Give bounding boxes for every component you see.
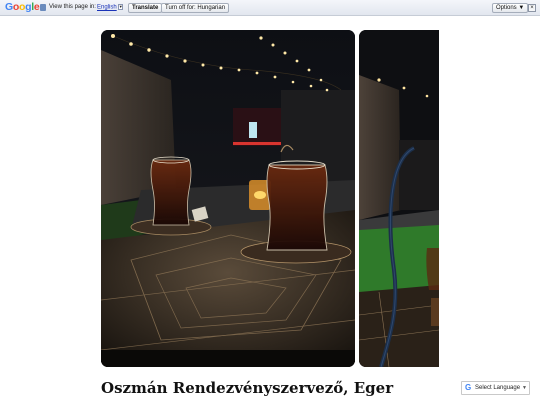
select-language-widget[interactable]: G Select Language ▼ [461,381,530,395]
google-g-icon: G [465,383,472,392]
page-title: Oszmán Rendezvényszervező, Eger [101,379,394,397]
hookah-terrace-photo [359,30,439,367]
select-language-label[interactable]: Select Language [475,382,520,394]
logo-letter: G [5,1,13,13]
turn-off-button[interactable]: Turn off for: Hungarian [161,3,230,13]
language-select[interactable]: English ▼ [97,4,123,11]
logo-letter: e [33,1,40,13]
gallery-photo-2[interactable] [359,30,439,367]
chevron-down-icon[interactable]: ▼ [117,4,123,10]
google-logo: Google [5,1,40,13]
chevron-down-icon[interactable]: ▼ [522,382,527,394]
close-icon[interactable]: × [528,4,536,12]
translate-button[interactable]: Translate [128,3,163,13]
gallery-photo-1[interactable] [101,30,355,367]
options-button[interactable]: Options ▼ [492,3,529,13]
translate-bar: Google View this page in: English ▼ Trans… [0,0,540,16]
language-link[interactable]: English [97,5,117,11]
translate-icon [40,4,46,11]
tea-table-photo [101,30,355,367]
view-page-text: View this page in: [49,4,96,10]
